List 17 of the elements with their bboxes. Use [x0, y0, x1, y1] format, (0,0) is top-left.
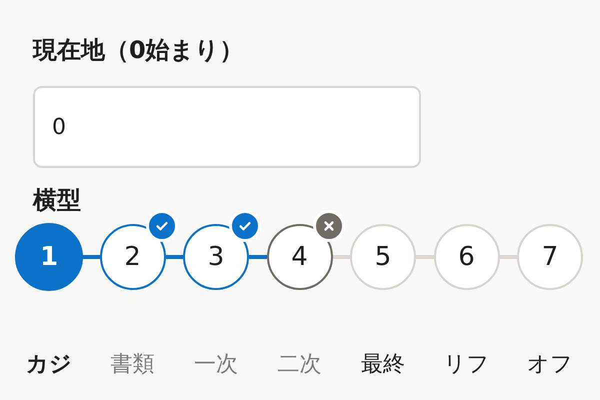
step-label: 最終: [361, 352, 405, 377]
step-circle[interactable]: 7: [517, 224, 583, 290]
step-circle[interactable]: 6: [434, 224, 500, 290]
step-circle[interactable]: 1: [15, 223, 83, 291]
step-label: リフ: [444, 352, 490, 377]
section-title: 横型: [33, 185, 81, 216]
step-label: 一次: [194, 352, 238, 377]
step-label: オフ: [527, 352, 573, 377]
step-circle[interactable]: 2: [100, 224, 166, 290]
step-label: 書類: [110, 352, 154, 377]
step-label: 二次: [278, 352, 322, 377]
step-label: カジ: [26, 352, 72, 377]
position-input[interactable]: 0: [33, 86, 421, 168]
step-circle[interactable]: 5: [350, 224, 416, 290]
step-circle[interactable]: 4: [266, 224, 332, 290]
field-label: 現在地（0始まり）: [33, 35, 244, 66]
step-circle[interactable]: 3: [183, 224, 249, 290]
